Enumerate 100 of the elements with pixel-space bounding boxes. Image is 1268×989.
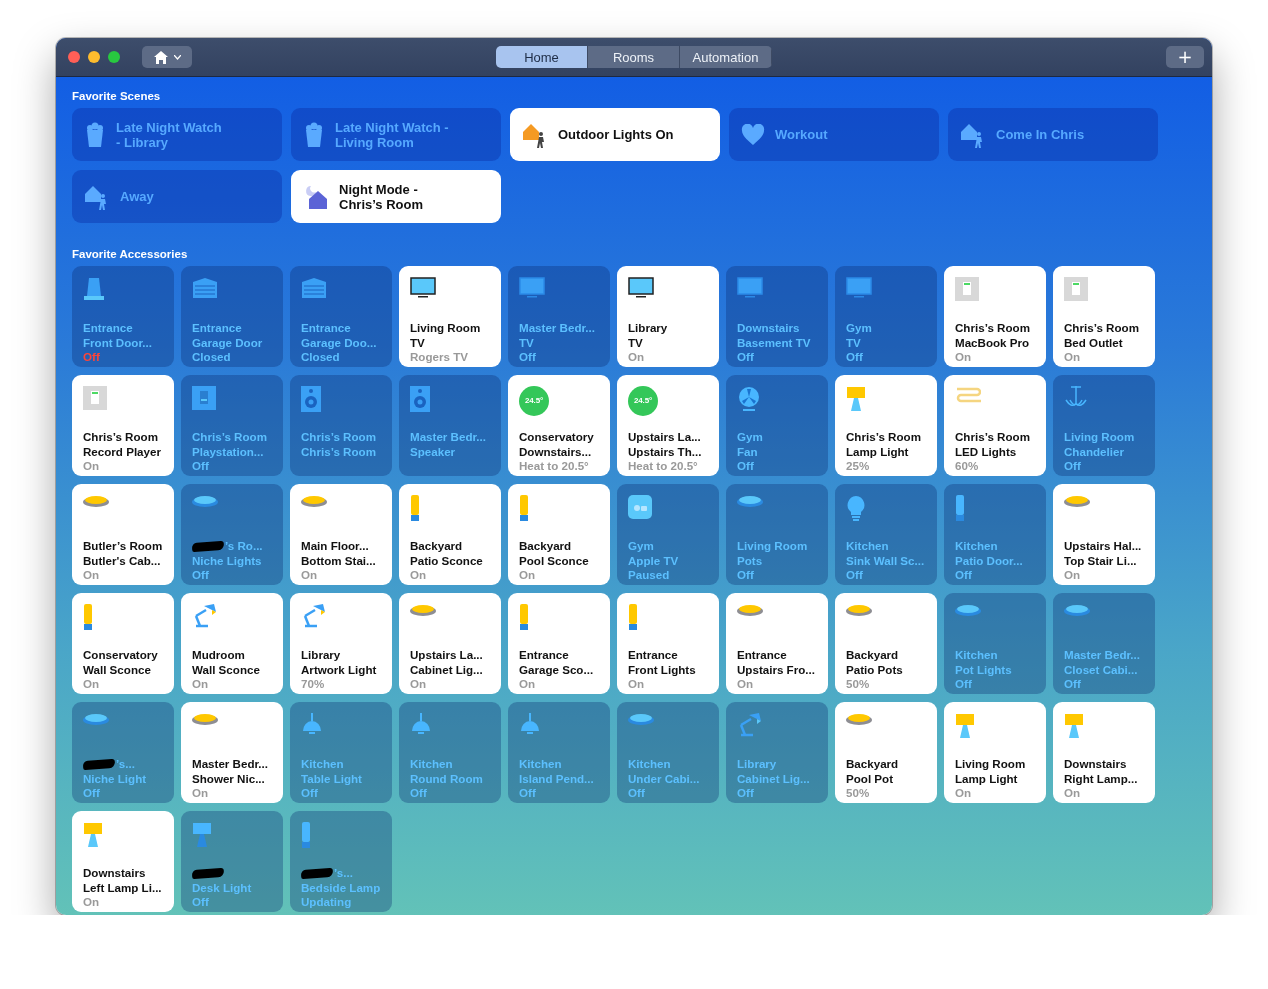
accessory-tile[interactable]: Butler’s Room Butler's Cab... On <box>72 484 174 585</box>
accessory-name: Bedside Lamp <box>301 880 382 896</box>
switch-icon <box>192 386 216 410</box>
accessory-tile[interactable]: Kitchen Sink Wall Sc... Off <box>835 484 937 585</box>
room-name: Library <box>628 321 669 336</box>
tab[interactable]: Home <box>496 46 588 68</box>
room-name: Backyard <box>410 539 464 554</box>
accessory-tile[interactable]: Downstairs Right Lamp... On <box>1053 702 1155 803</box>
accessory-name: Niche Light <box>83 771 148 787</box>
accessory-tile[interactable]: Downstairs Basement TV Off <box>726 266 828 367</box>
accessory-status: On <box>519 677 537 692</box>
accessory-tile[interactable]: Backyard Patio Pots 50% <box>835 593 937 694</box>
room-name: Entrance <box>192 321 243 336</box>
accessory-tile[interactable]: Entrance Upstairs Fro... On <box>726 593 828 694</box>
accessory-tile[interactable]: Entrance Front Door... Off <box>72 266 174 367</box>
media-box-icon <box>628 495 652 519</box>
tab[interactable]: Automation <box>680 46 772 68</box>
accessory-status: Off <box>410 786 428 801</box>
accessory-tile[interactable]: Master Bedr... Speaker <box>399 375 501 476</box>
accessory-tile[interactable]: Main Floor... Bottom Stai... On <box>290 484 392 585</box>
accessory-status: Off <box>737 459 755 474</box>
accessory-status: Updating <box>301 895 353 910</box>
scene-tile[interactable]: Outdoor Lights On <box>510 108 720 161</box>
sconce-icon <box>955 495 965 521</box>
accessory-tile[interactable]: Chris’s Room MacBook Pro On <box>944 266 1046 367</box>
accessory-tile[interactable]: Chris’s Room Record Player On <box>72 375 174 476</box>
accessory-name: Upstairs Fro... <box>737 662 816 678</box>
accessory-tile[interactable]: Entrance Front Lights On <box>617 593 719 694</box>
accessory-name: TV <box>410 335 426 351</box>
zoom-button[interactable] <box>108 51 120 63</box>
accessory-tile[interactable]: Backyard Pool Sconce On <box>508 484 610 585</box>
add-button[interactable]: + <box>1166 46 1204 68</box>
accessory-tile[interactable]: Downstairs Left Lamp Li... On <box>72 811 174 912</box>
accessory-status: Paused <box>628 568 671 583</box>
accessory-status: Heat to 20.5° <box>519 459 590 474</box>
room-name: Downstairs <box>83 866 147 881</box>
accessory-tile[interactable]: 24.5° Conservatory Downstairs... Heat to 20.5° <box>508 375 610 476</box>
accessory-tile[interactable]: Master Bedr... TV Off <box>508 266 610 367</box>
scene-tile[interactable]: Away <box>72 170 282 223</box>
accessory-name: Wall Sconce <box>192 662 261 678</box>
accessory-tile[interactable]: Library TV On <box>617 266 719 367</box>
speaker-icon <box>410 386 430 412</box>
puck-light-icon <box>83 495 109 507</box>
accessory-status: On <box>955 786 973 801</box>
room-name: Chris’s Room <box>83 430 159 445</box>
minimize-button[interactable] <box>88 51 100 63</box>
room-name: Kitchen <box>846 539 890 554</box>
accessory-name: Playstation... <box>192 444 265 460</box>
accessory-tile[interactable]: Chris’s Room Lamp Light 25% <box>835 375 937 476</box>
close-button[interactable] <box>68 51 80 63</box>
accessory-tile[interactable]: Chris’s Room Bed Outlet On <box>1053 266 1155 367</box>
accessory-name: MacBook Pro <box>955 335 1031 351</box>
accessory-tile[interactable]: Upstairs La... Cabinet Lig... On <box>399 593 501 694</box>
accessory-tile[interactable]: ’s Ro... Niche Lights Off <box>181 484 283 585</box>
accessory-name: Top Stair Li... <box>1064 553 1138 569</box>
scene-name: Outdoor Lights On <box>558 127 674 142</box>
accessory-tile[interactable]: Backyard Pool Pot 50% <box>835 702 937 803</box>
accessory-name: Chandelier <box>1064 444 1125 460</box>
accessory-name: Downstairs... <box>519 444 593 460</box>
room-name: Gym <box>846 321 873 336</box>
accessory-tile[interactable]: Entrance Garage Doo... Closed <box>290 266 392 367</box>
accessory-tile[interactable]: Living Room Lamp Light On <box>944 702 1046 803</box>
accessory-name: Patio Sconce <box>410 553 484 569</box>
accessory-name: Round Room <box>410 771 484 787</box>
home-menu-button[interactable] <box>142 46 192 68</box>
accessory-tile[interactable]: Chris’s Room LED Lights 60% <box>944 375 1046 476</box>
accessory-tile[interactable]: Mudroom Wall Sconce On <box>181 593 283 694</box>
accessory-tile[interactable]: Chris’s Room Playstation... Off <box>181 375 283 476</box>
accessory-tile[interactable]: Gym TV Off <box>835 266 937 367</box>
accessory-tile[interactable]: Upstairs Hal... Top Stair Li... On <box>1053 484 1155 585</box>
sconce-icon <box>301 822 311 848</box>
accessory-tile[interactable]: Kitchen Patio Door... Off <box>944 484 1046 585</box>
scene-tile[interactable]: Late Night Watch - Library <box>72 108 282 161</box>
scene-tile[interactable]: Come In Chris <box>948 108 1158 161</box>
accessory-tile[interactable]: Chris’s Room Chris’s Room <box>290 375 392 476</box>
accessory-status: Off <box>955 568 973 583</box>
accessory-tile[interactable]: Gym Fan Off <box>726 375 828 476</box>
table-lamp-icon <box>1064 713 1084 739</box>
accessory-name: LED Lights <box>955 444 1018 460</box>
accessory-status: Off <box>192 568 210 583</box>
accessory-tile[interactable]: Living Room TV Rogers TV <box>399 266 501 367</box>
tab[interactable]: Rooms <box>588 46 680 68</box>
accessory-status: On <box>1064 350 1082 365</box>
accessory-tile[interactable]: Living Room Chandelier Off <box>1053 375 1155 476</box>
accessory-tile[interactable]: Entrance Garage Sco... On <box>508 593 610 694</box>
accessory-tile[interactable]: Entrance Garage Door Closed <box>181 266 283 367</box>
scene-tile[interactable]: Night Mode - Chris’s Room <box>291 170 501 223</box>
accessory-status: On <box>410 568 428 583</box>
accessory-tile[interactable]: Library Artwork Light 70% <box>290 593 392 694</box>
room-name: Master Bedr... <box>1064 648 1142 663</box>
accessory-tile[interactable]: Conservatory Wall Sconce On <box>72 593 174 694</box>
scene-tile[interactable]: Late Night Watch - Living Room <box>291 108 501 161</box>
accessory-tile[interactable]: Backyard Patio Sconce On <box>399 484 501 585</box>
accessory-tile[interactable]: Living Room Pots Off <box>726 484 828 585</box>
accessory-name: Right Lamp... <box>1064 771 1139 787</box>
accessory-tile[interactable]: 24.5° Upstairs La... Upstairs Th... Heat to 20.5° <box>617 375 719 476</box>
scene-tile[interactable]: Workout <box>729 108 939 161</box>
accessory-tile[interactable]: Master Bedr... Shower Nic... On <box>181 702 283 803</box>
scene-name: Late Night Watch - Library <box>116 119 222 150</box>
accessory-tile[interactable]: Gym Apple TV Paused <box>617 484 719 585</box>
